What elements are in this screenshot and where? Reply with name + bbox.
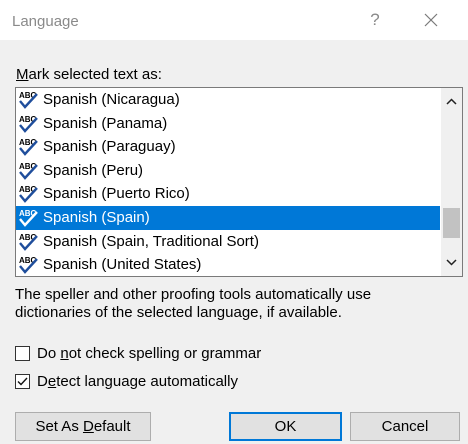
- cancel-button[interactable]: Cancel: [350, 412, 460, 441]
- no-check-label-accelerator: n: [60, 345, 69, 362]
- language-item[interactable]: ABC Spanish (Spain): [16, 205, 440, 230]
- spell-check-icon: ABC: [18, 137, 42, 157]
- detect-label[interactable]: Detect language automatically: [37, 373, 238, 390]
- spell-check-icon: ABC: [18, 208, 42, 228]
- detect-language-checkbox[interactable]: Detect language automatically: [15, 373, 335, 393]
- language-label: Spanish (Peru): [43, 161, 144, 179]
- set-as-default-button[interactable]: Set As Default: [15, 412, 151, 441]
- language-label: Spanish (Paraguay): [43, 138, 176, 156]
- language-label: Spanish (Spain, Traditional Sort): [43, 232, 259, 250]
- close-icon[interactable]: [418, 7, 444, 33]
- mark-label-accelerator: M: [16, 66, 29, 83]
- detect-label-rest: tect language automatically: [56, 373, 238, 390]
- checkmark-icon: [17, 377, 28, 386]
- spell-check-icon: ABC: [18, 184, 42, 204]
- help-button[interactable]: ?: [364, 10, 386, 30]
- language-listbox[interactable]: ABC Spanish (Nicaragua) ABC Spanish (Panama…: [15, 87, 463, 277]
- language-item[interactable]: ABC Spanish (United States): [16, 253, 440, 276]
- no-check-label-prefix: Do: [37, 345, 61, 362]
- ok-button[interactable]: OK: [229, 412, 342, 441]
- no-check-label-rest: ot check spelling or grammar: [68, 345, 262, 362]
- spell-check-icon: ABC: [18, 114, 42, 134]
- language-label: Spanish (Panama): [43, 114, 168, 132]
- scrollbar-thumb[interactable]: [443, 208, 460, 238]
- proofing-description: The speller and other proofing tools aut…: [15, 286, 460, 322]
- scroll-down-icon[interactable]: [441, 252, 462, 272]
- mark-label-rest: ark selected text as:: [28, 66, 162, 83]
- language-item[interactable]: ABC Spanish (Paraguay): [16, 135, 440, 159]
- set-default-accelerator: D: [82, 418, 94, 435]
- no-check-spelling-checkbox[interactable]: Do not check spelling or grammar: [15, 345, 335, 365]
- language-label: Spanish (Puerto Rico): [43, 185, 190, 203]
- language-label: Spanish (Spain): [43, 208, 150, 226]
- language-item[interactable]: ABC Spanish (Peru): [16, 159, 440, 183]
- detect-checkbox-box[interactable]: [15, 374, 30, 389]
- dialog-title: Language: [12, 13, 79, 30]
- language-label: Spanish (United States): [43, 256, 202, 274]
- spell-check-icon: ABC: [18, 90, 42, 110]
- no-check-label[interactable]: Do not check spelling or grammar: [37, 345, 261, 362]
- no-check-checkbox-box[interactable]: [15, 346, 30, 361]
- language-list: ABC Spanish (Nicaragua) ABC Spanish (Panama…: [16, 88, 440, 276]
- spell-check-icon: ABC: [18, 161, 42, 181]
- language-item[interactable]: ABC Spanish (Puerto Rico): [16, 182, 440, 206]
- language-item[interactable]: ABC Spanish (Spain, Traditional Sort): [16, 230, 440, 254]
- listbox-scrollbar[interactable]: [441, 88, 462, 276]
- description-line-2: dictionaries of the selected language, i…: [15, 304, 342, 321]
- description-line-1: The speller and other proofing tools aut…: [15, 286, 372, 303]
- set-default-rest: efault: [93, 418, 131, 435]
- spell-check-icon: ABC: [18, 232, 42, 252]
- scroll-up-icon[interactable]: [441, 92, 462, 112]
- title-bar: Language ?: [0, 0, 468, 40]
- mark-selected-label: Mark selected text as:: [16, 66, 162, 83]
- language-item[interactable]: ABC Spanish (Panama): [16, 112, 440, 136]
- language-label: Spanish (Nicaragua): [43, 91, 180, 108]
- spell-check-icon: ABC: [18, 255, 42, 275]
- detect-label-accelerator: e: [47, 373, 57, 390]
- set-default-prefix: Set As: [35, 418, 83, 435]
- language-item[interactable]: ABC Spanish (Nicaragua): [16, 88, 440, 112]
- detect-label-prefix: D: [37, 373, 48, 390]
